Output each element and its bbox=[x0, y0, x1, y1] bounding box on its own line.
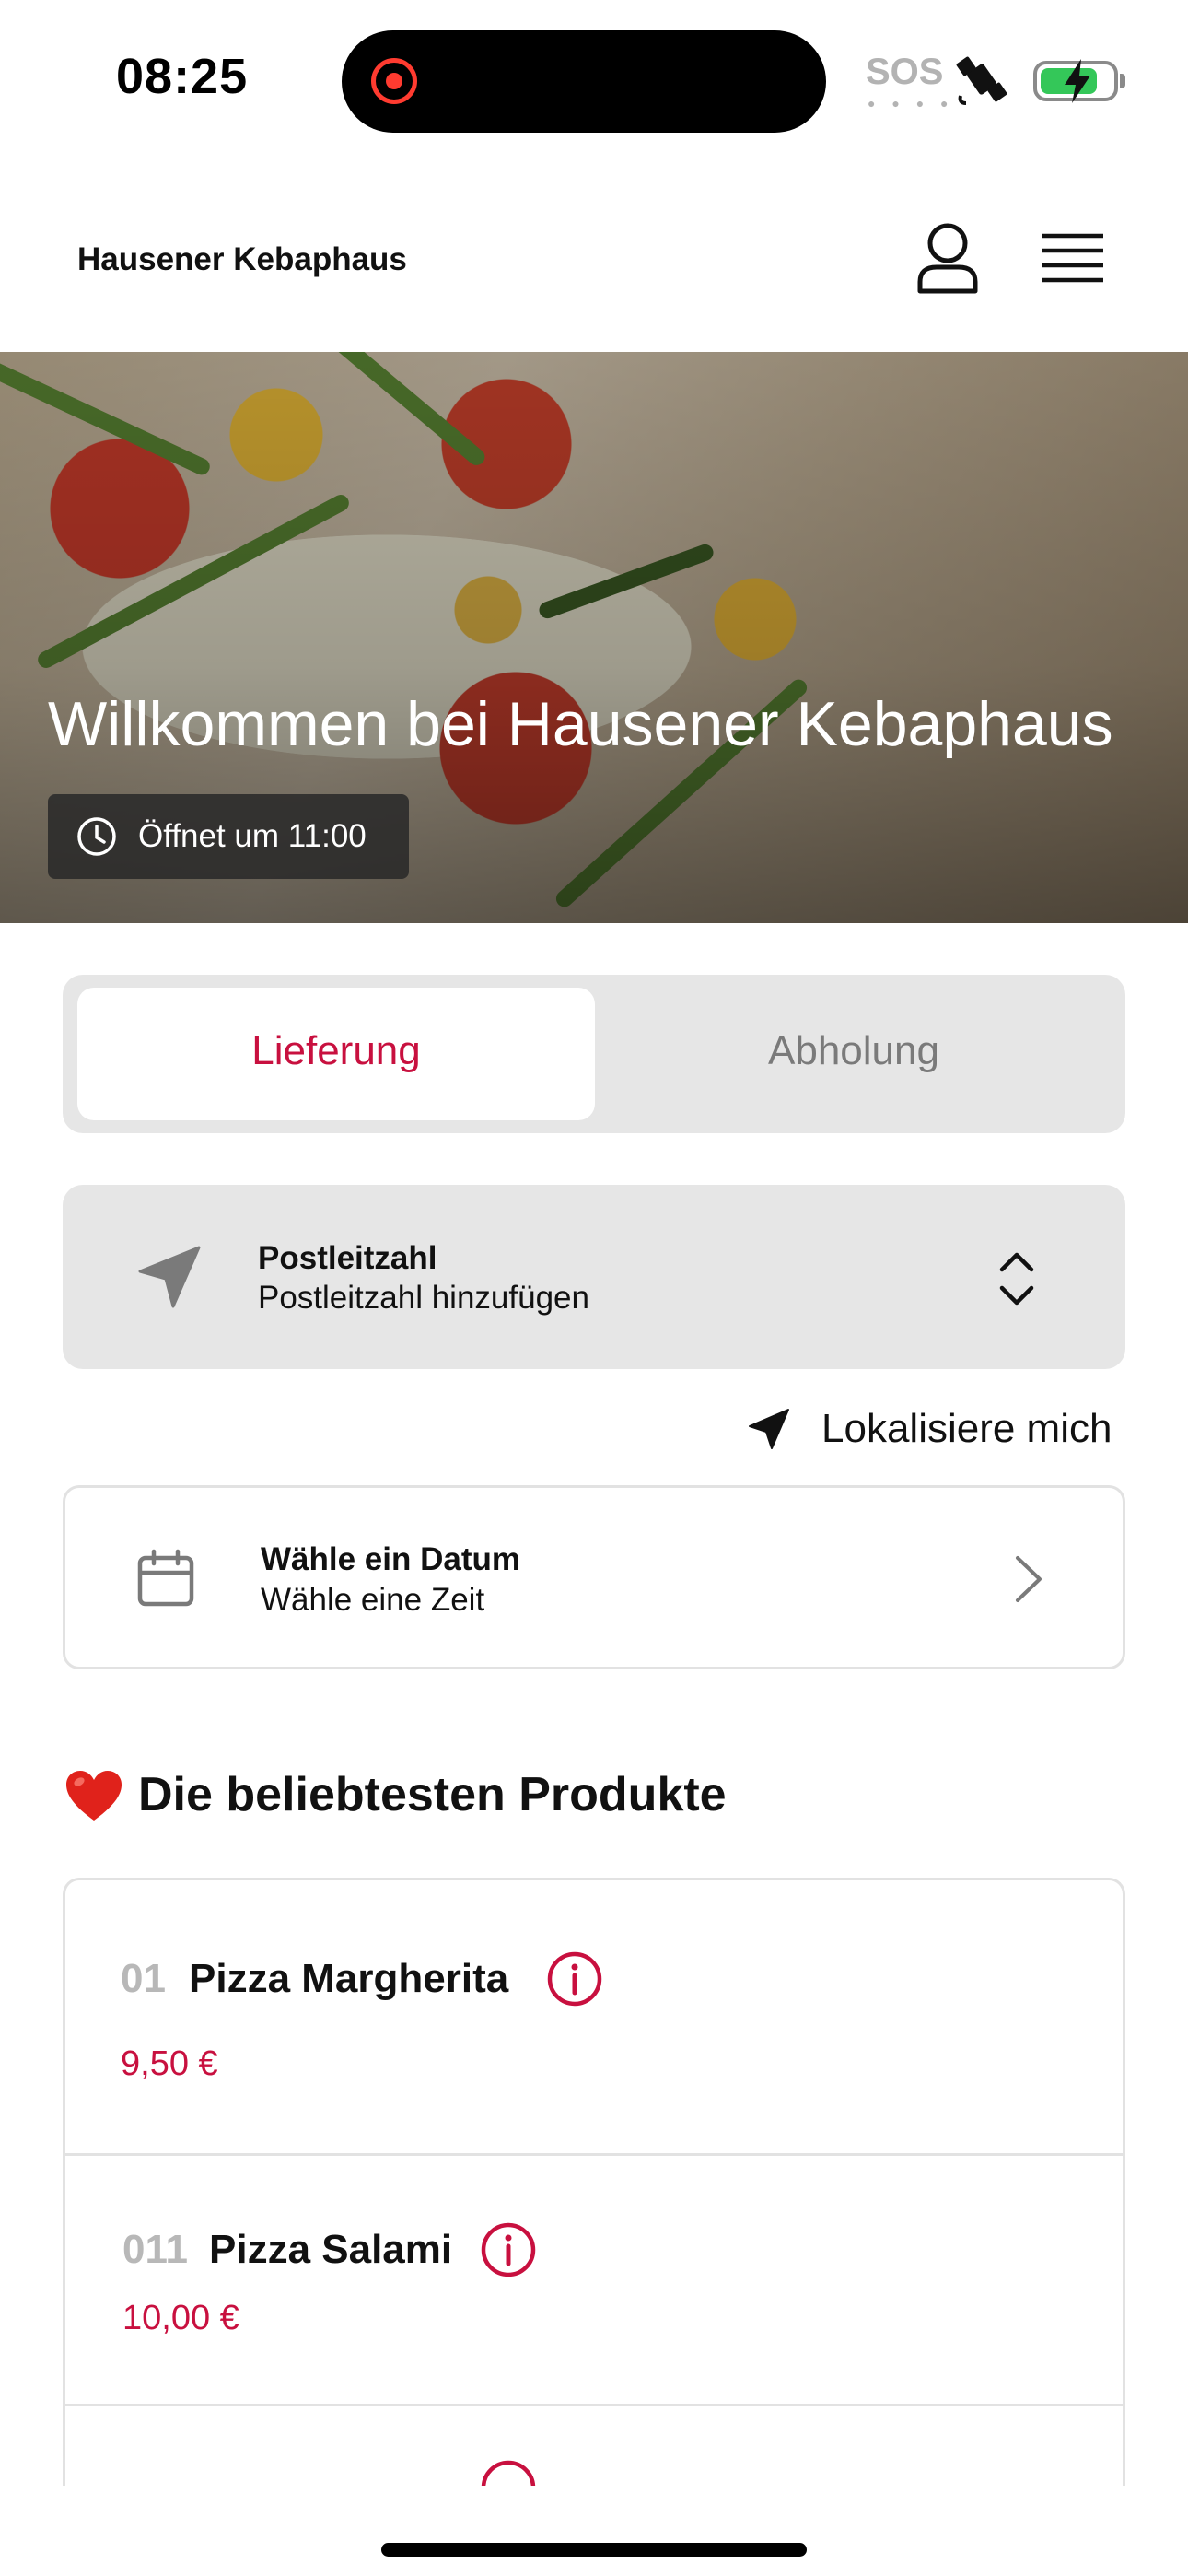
date-time-selector[interactable]: Wähle ein Datum Wähle eine Zeit bbox=[63, 1485, 1125, 1669]
clock-icon bbox=[77, 817, 116, 856]
date-label: Wähle ein Datum bbox=[261, 1541, 520, 1577]
chevron-up-down-icon bbox=[999, 1252, 1034, 1306]
opening-hours-text: Öffnet um 11:00 bbox=[138, 818, 367, 854]
opening-hours-badge: Öffnet um 11:00 bbox=[48, 794, 409, 879]
product-list: 01 Pizza Margherita 9,50 € 011 Pizza Sal… bbox=[63, 1878, 1125, 2486]
tab-delivery[interactable]: Lieferung bbox=[77, 988, 595, 1120]
calendar-icon bbox=[137, 1549, 194, 1607]
info-icon[interactable] bbox=[546, 1950, 603, 2008]
heart-emoji-icon bbox=[66, 1771, 122, 1821]
hero-banner: Willkommen bei Hausener Kebaphaus Öffnet… bbox=[0, 352, 1188, 923]
postal-code-label: Postleitzahl bbox=[258, 1240, 437, 1276]
hero-title: Willkommen bei Hausener Kebaphaus bbox=[48, 689, 1113, 759]
sos-indicator: SOS bbox=[866, 52, 944, 92]
brand-name[interactable]: Hausener Kebaphaus bbox=[77, 241, 407, 278]
product-price: 10,00 € bbox=[122, 2299, 239, 2337]
menu-icon[interactable] bbox=[1041, 230, 1105, 286]
popular-products-title: Die beliebtesten Produkte bbox=[138, 1768, 727, 1821]
signal-dots: ● ● ● ● bbox=[868, 96, 955, 111]
product-number: 01 bbox=[121, 1956, 166, 2001]
time-label: Wähle eine Zeit bbox=[261, 1582, 485, 1618]
product-number: 011 bbox=[122, 2227, 188, 2272]
product-row-partial[interactable] bbox=[65, 2404, 1123, 2486]
postal-code-selector[interactable]: Postleitzahl Postleitzahl hinzufügen bbox=[63, 1185, 1125, 1369]
locate-me-label: Lokalisiere mich bbox=[821, 1406, 1112, 1451]
screen-record-icon bbox=[371, 58, 417, 104]
product-name: Pizza Margherita bbox=[189, 1956, 509, 2001]
info-icon[interactable] bbox=[480, 2221, 537, 2278]
navigation-arrow-icon bbox=[138, 1246, 201, 1308]
info-icon[interactable] bbox=[480, 2459, 537, 2486]
location-arrow-icon bbox=[749, 1409, 789, 1449]
user-icon[interactable] bbox=[914, 221, 981, 295]
product-name: Pizza Salami bbox=[209, 2227, 453, 2272]
battery-tip bbox=[1120, 74, 1125, 88]
satellite-icon bbox=[956, 56, 1007, 105]
postal-code-placeholder: Postleitzahl hinzufügen bbox=[258, 1280, 589, 1316]
tab-delivery-label: Lieferung bbox=[251, 1028, 421, 1073]
product-row[interactable]: 01 Pizza Margherita 9,50 € bbox=[65, 1880, 1123, 2156]
status-time: 08:25 bbox=[116, 49, 249, 104]
product-price: 9,50 € bbox=[121, 2044, 218, 2083]
charging-bolt-icon bbox=[1065, 59, 1090, 103]
tab-pickup[interactable]: Abholung bbox=[595, 1028, 1112, 1074]
order-mode-switch: Lieferung Abholung bbox=[63, 975, 1125, 1133]
locate-me-button[interactable]: Lokalisiere mich bbox=[746, 1399, 1125, 1459]
product-row[interactable]: 011 Pizza Salami 10,00 € bbox=[65, 2153, 1123, 2406]
home-indicator[interactable] bbox=[381, 2543, 807, 2557]
chevron-right-icon bbox=[1016, 1556, 1042, 1602]
